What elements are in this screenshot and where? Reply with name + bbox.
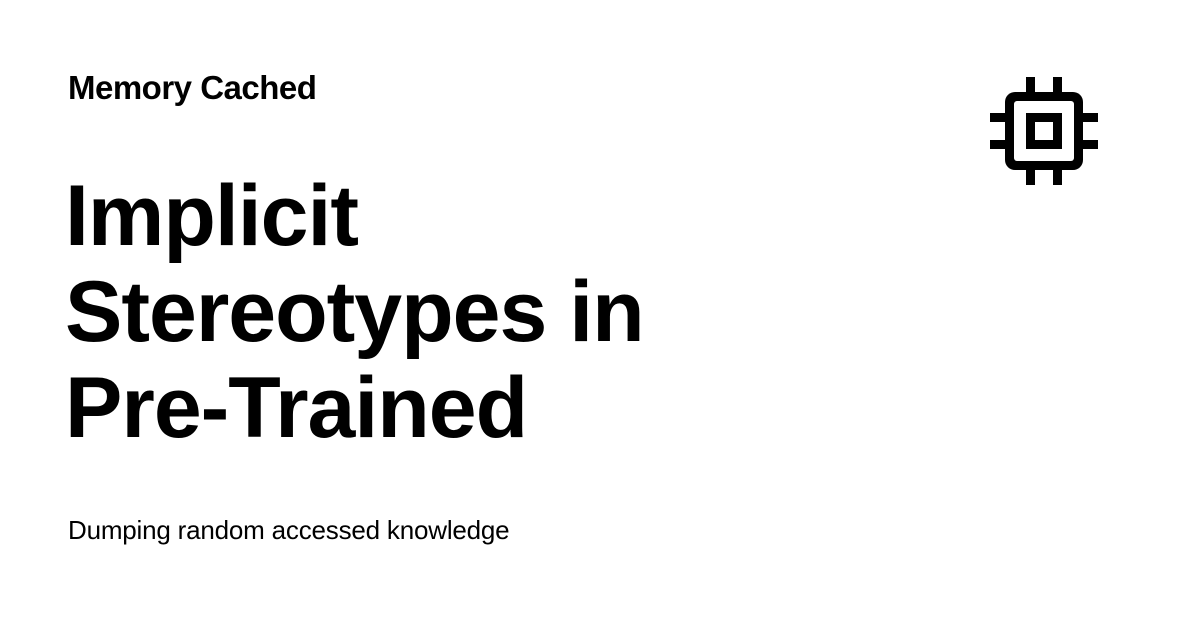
cpu-chip-icon: [990, 77, 1098, 185]
post-subtitle: Dumping random accessed knowledge: [68, 515, 510, 545]
post-title: Implicit Stereotypes in Pre-Trained: [65, 168, 645, 456]
site-name: Memory Cached: [68, 69, 317, 106]
